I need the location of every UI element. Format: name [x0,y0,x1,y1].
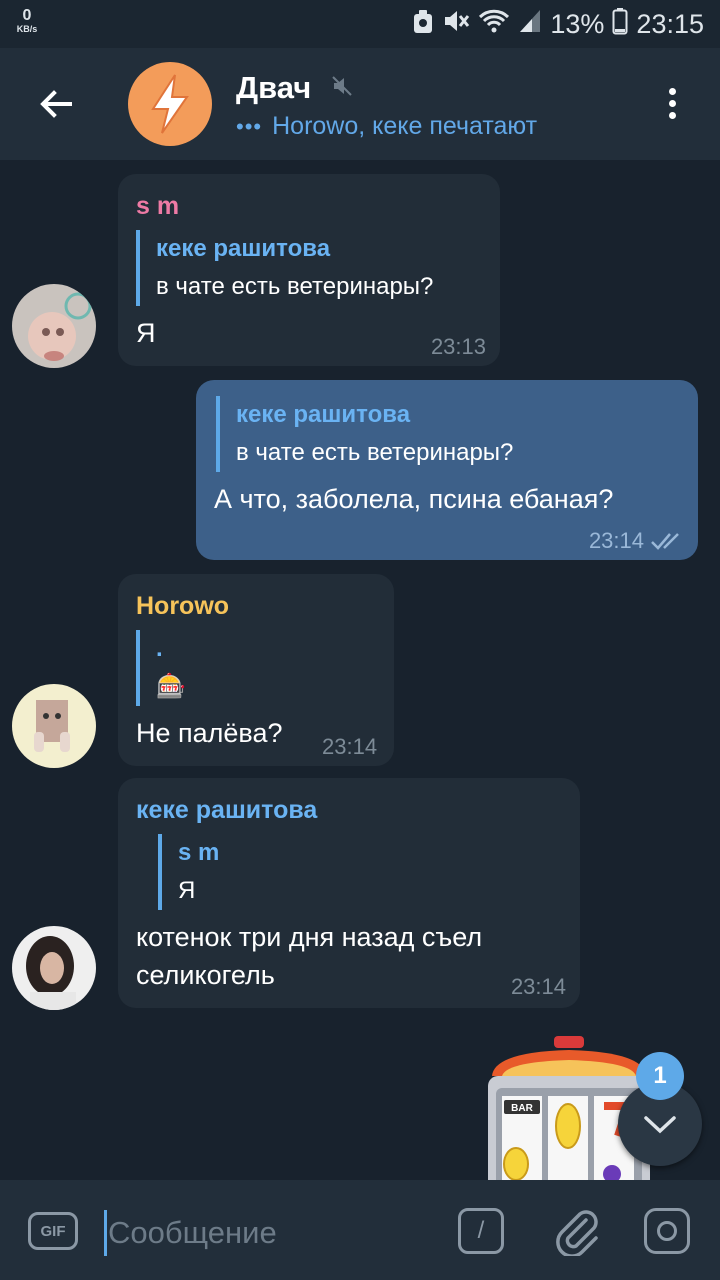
reply-text: 🎰 [156,673,186,700]
paperclip-icon[interactable] [552,1206,602,1258]
message-text: А что, заболела, псина ебаная? [214,484,614,514]
message-list: s m кеке рашитова в чате есть ветеринары… [0,160,720,1186]
network-speed: 0 KB/s [12,8,42,34]
message-text-line: котенок три дня назад съел [136,922,483,952]
signal-icon [518,8,542,41]
more-menu-icon[interactable] [660,84,684,124]
text-caret [104,1210,107,1256]
network-speed-unit: KB/s [16,24,38,34]
muted-icon [332,76,352,96]
message-text: Я [136,318,156,348]
bot-command-button[interactable]: / [458,1208,504,1254]
recycle-icon [412,8,434,41]
avatar[interactable] [12,926,96,1010]
battery-icon [612,7,628,42]
reply-quote[interactable]: кеке рашитова в чате есть ветеринары? [216,396,513,472]
battery-percent: 13% [550,8,605,39]
message-text: Не палёва? [136,718,283,748]
gif-button[interactable]: GIF [28,1212,78,1250]
reply-text: Я [178,877,196,904]
lightning-logo-icon [151,74,189,134]
wifi-icon [478,8,510,41]
reply-name: s m [178,839,220,866]
message-bubble[interactable]: s m кеке рашитова в чате есть ветеринары… [118,174,500,366]
message-text: котенок три дня назад съел селикогель [136,918,482,994]
group-avatar[interactable] [128,62,212,146]
message-sender[interactable]: s m [136,192,179,221]
message-bubble[interactable]: кеке рашитова s m Я котенок три дня наза… [118,778,580,1008]
mute-status-icon [442,8,470,41]
reply-name: кеке рашитова [156,235,331,262]
reply-name: кеке рашитова [236,401,411,428]
message-time: 23:14 [322,734,378,759]
typing-status: ••• Horowo, кеке печатают [236,112,537,141]
message-sender[interactable]: кеке рашитова [136,796,317,825]
status-bar: 0 KB/s 13% 23:15 [0,0,720,48]
reply-text: в чате есть ветеринары? [156,273,434,300]
message-time: 23:14 [588,528,644,553]
slot-bar-label: BAR [511,1103,533,1114]
message-time: 23:14 [510,974,566,999]
message-time: 23:13 [430,334,486,359]
typing-text: Horowo, кеке печатают [272,112,538,140]
message-sender[interactable]: Horowo [136,592,229,621]
read-checkmarks-icon [650,530,684,557]
camera-icon[interactable] [644,1208,690,1254]
avatar[interactable] [12,684,96,768]
network-speed-value: 0 [22,7,32,24]
chat-header: Двач ••• Horowo, кеке печатают [0,48,720,160]
back-arrow-icon[interactable] [36,84,76,124]
message-bubble-outgoing[interactable]: кеке рашитова в чате есть ветеринары? А … [196,380,698,560]
reply-quote[interactable]: кеке рашитова в чате есть ветеринары? [136,230,433,306]
message-input[interactable]: Сообщение [108,1212,277,1254]
avatar[interactable] [12,284,96,368]
chat-title[interactable]: Двач [236,70,311,106]
unread-count-badge[interactable]: 1 [636,1052,684,1100]
reply-name: . [156,635,163,662]
clock: 23:15 [636,8,704,39]
message-text-line: селикогель [136,960,275,990]
message-bubble[interactable]: Horowo . 🎰 Не палёва? 23:14 [118,574,394,766]
typing-dots-icon: ••• [236,113,263,139]
reply-quote[interactable]: . 🎰 [136,630,186,706]
message-input-bar: GIF Сообщение / [0,1180,720,1280]
reply-quote[interactable]: s m Я [158,834,219,910]
reply-text: в чате есть ветеринары? [236,439,514,466]
